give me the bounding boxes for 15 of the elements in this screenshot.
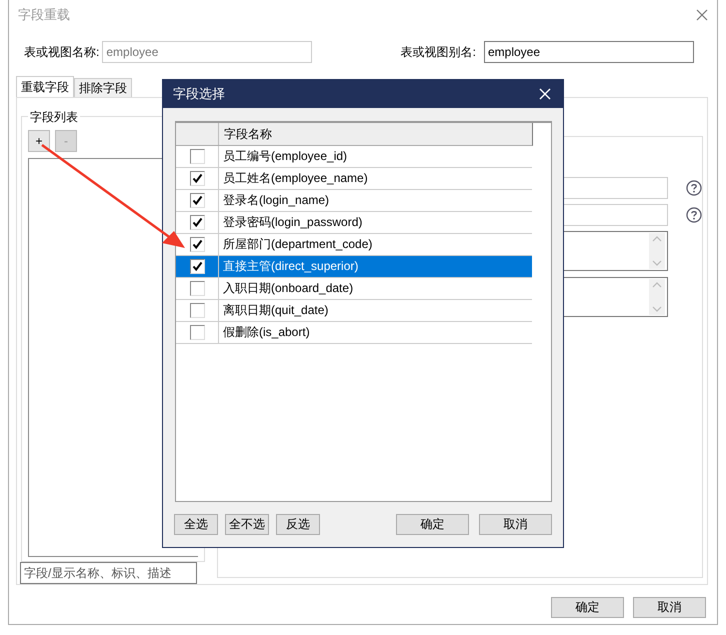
field-name: 直接主管(direct_superior)	[222, 258, 358, 275]
column-header: 字段名称	[223, 126, 272, 143]
table-name-label: 表或视图名称:	[24, 44, 100, 60]
field-name: 入职日期(onboard_date)	[222, 280, 354, 297]
field-name: 员工编号(employee_id)	[222, 148, 348, 165]
field-name: 假删除(is_abort)	[222, 324, 310, 341]
dialog-title: 字段重载	[18, 6, 70, 24]
picker-title: 字段选择	[173, 84, 225, 102]
alias-label: 表或视图别名:	[400, 44, 476, 60]
group-title: 字段列表	[28, 109, 80, 126]
field-name: 登录名(login_name)	[222, 192, 330, 209]
field-name: 所屋部门(department_code)	[222, 236, 372, 253]
field-name: 离职日期(quit_date)	[222, 302, 328, 319]
field-name: 登录密码(login_password)	[222, 214, 362, 231]
field-name: 员工姓名(employee_name)	[222, 170, 368, 187]
